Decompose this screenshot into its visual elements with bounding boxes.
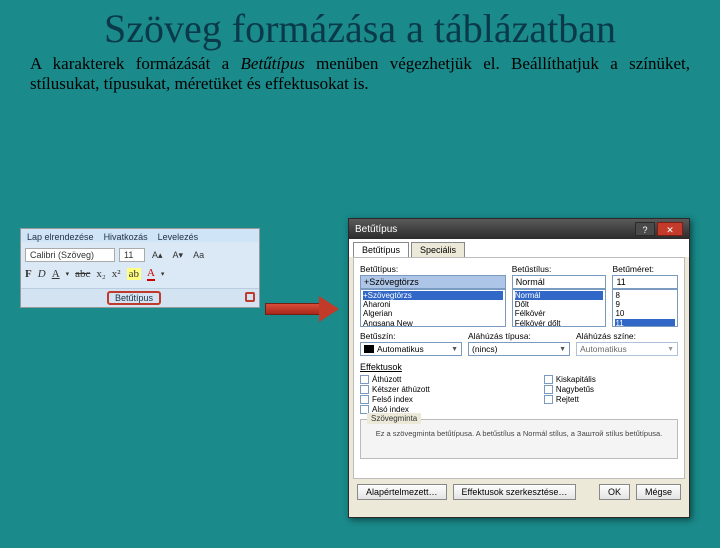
font-color-button[interactable]: A	[147, 267, 155, 281]
dialog-title-text: Betűtípus	[355, 224, 397, 235]
preview-text: Ez a szövegminta betűtípusa. A betűstílu…	[361, 429, 677, 438]
tab-font[interactable]: Betűtípus	[353, 242, 409, 257]
preview-box: Szövegminta Ez a szövegminta betűtípusa.…	[360, 419, 678, 459]
font-color-combo[interactable]: Automatikus ▼	[360, 342, 462, 356]
checkbox-row[interactable]: Áthúzott	[360, 375, 430, 384]
superscript-button[interactable]: x²	[112, 268, 121, 280]
checkbox-row[interactable]: Felső index	[360, 395, 430, 404]
size-listbox[interactable]: 8 9 10 11 12	[612, 289, 678, 327]
ribbon-tab[interactable]: Levelezés	[158, 232, 199, 242]
underline-type-combo[interactable]: (nincs) ▼	[468, 342, 570, 356]
preview-label: Szövegminta	[367, 413, 421, 424]
body-italic: Betűtípus	[241, 54, 305, 73]
underline-color-combo[interactable]: Automatikus ▼	[576, 342, 678, 356]
font-dialog: Betűtípus ? ✕ Betűtípus Speciális Betűtí…	[348, 218, 690, 518]
font-label: Betűtípus:	[360, 264, 506, 274]
slide-title: Szöveg formázása a táblázatban	[20, 8, 700, 50]
strike-button[interactable]: abc	[75, 268, 90, 280]
ribbon-group-label: Betűtípus	[21, 288, 259, 307]
chevron-down-icon: ▼	[451, 346, 458, 353]
dialog-launcher-icon[interactable]	[245, 292, 255, 302]
ok-button[interactable]: OK	[599, 484, 630, 500]
group-name: Betűtípus	[107, 291, 161, 305]
body-before: A karakterek formázását a	[30, 54, 241, 73]
font-name-combo[interactable]: Calibri (Szöveg)	[25, 248, 115, 262]
dialog-titlebar: Betűtípus ? ✕	[349, 219, 689, 239]
style-listbox[interactable]: Normál Dőlt Félkövér Félkövér dőlt	[512, 289, 607, 327]
size-label: Betűméret:	[612, 264, 678, 274]
ribbon-tab[interactable]: Lap elrendezése	[27, 232, 94, 242]
chevron-down-icon: ▼	[667, 346, 674, 353]
shrink-font-button[interactable]: A▾	[170, 249, 187, 262]
help-button[interactable]: ?	[635, 222, 655, 236]
bold-button[interactable]: F	[25, 268, 32, 280]
clear-format-button[interactable]: Aa	[190, 249, 207, 261]
italic-button[interactable]: D	[38, 268, 46, 280]
cancel-button[interactable]: Mégse	[636, 484, 681, 500]
font-input[interactable]: +Szövegtörzs	[360, 275, 506, 289]
highlight-button[interactable]: ab	[127, 268, 141, 280]
slide-body: A karakterek formázását a Betűtípus menü…	[30, 54, 690, 94]
ribbon-tabs: Lap elrendezése Hivatkozás Levelezés	[21, 229, 259, 242]
style-label: Betűstílus:	[512, 264, 607, 274]
subscript-button[interactable]: x₂	[96, 268, 105, 280]
ribbon-tab[interactable]: Hivatkozás	[104, 232, 148, 242]
color-label: Betűszín:	[360, 331, 462, 341]
checkbox-row[interactable]: Kiskapitális	[544, 375, 596, 384]
font-size-combo[interactable]: 11	[119, 248, 145, 262]
size-input[interactable]: 11	[612, 275, 678, 289]
effects-heading: Effektusok	[360, 362, 678, 372]
style-input[interactable]: Normál	[512, 275, 607, 289]
text-effects-button[interactable]: Effektusok szerkesztése…	[453, 484, 577, 500]
tab-advanced[interactable]: Speciális	[411, 242, 465, 257]
arrow-icon	[265, 298, 340, 320]
underline-button[interactable]: A	[52, 268, 60, 280]
font-listbox[interactable]: +Szövegtörzs Aharoni Algerian Angsana Ne…	[360, 289, 506, 327]
checkbox-row[interactable]: Nagybetűs	[544, 385, 596, 394]
chevron-down-icon: ▼	[559, 346, 566, 353]
close-button[interactable]: ✕	[657, 222, 683, 236]
grow-font-button[interactable]: A▴	[149, 249, 166, 262]
default-button[interactable]: Alapértelmezett…	[357, 484, 447, 500]
ribbon-snippet: Lap elrendezése Hivatkozás Levelezés Cal…	[20, 228, 260, 308]
checkbox-row[interactable]: Kétszer áthúzott	[360, 385, 430, 394]
checkbox-row[interactable]: Rejtett	[544, 395, 596, 404]
underline-type-label: Aláhúzás típusa:	[468, 331, 570, 341]
underline-color-label: Aláhúzás színe:	[576, 331, 678, 341]
